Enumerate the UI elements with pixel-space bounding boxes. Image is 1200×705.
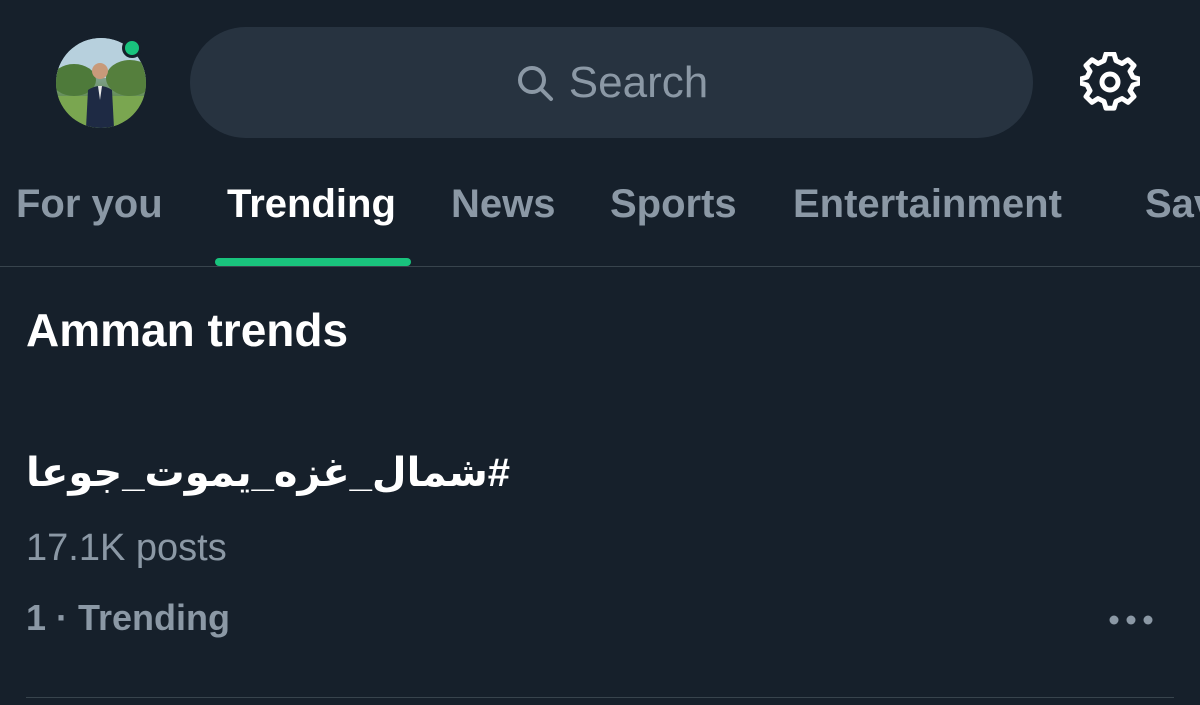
search-icon [517, 65, 553, 101]
more-options-icon[interactable] [1108, 612, 1154, 628]
trend-rank: 1 · Trending [26, 597, 231, 638]
tab-for-you[interactable]: For you [16, 182, 163, 227]
divider [26, 697, 1174, 698]
tab-news[interactable]: News [451, 182, 556, 227]
online-status-dot [122, 38, 142, 58]
section-title: Amman trends [26, 304, 349, 356]
search-bar[interactable]: Search [190, 27, 1033, 138]
tab-sports[interactable]: Sports [610, 182, 737, 227]
explore-page: Search For you Trending News Sports Ente… [0, 0, 1200, 705]
trend-post-count: 17.1K posts [26, 527, 227, 569]
search-placeholder: Search [568, 57, 709, 107]
gear-icon[interactable] [1080, 52, 1140, 112]
active-tab-indicator [215, 258, 411, 266]
tab-entertainment[interactable]: Entertainment [793, 182, 1062, 227]
trend-name[interactable]: #شمال_غزه_يموت_جوعا [26, 450, 510, 496]
tab-trending[interactable]: Trending [227, 182, 396, 227]
tab-bar: For you Trending News Sports Entertainme… [0, 160, 1200, 267]
tab-saved[interactable]: Sav [1145, 182, 1200, 227]
